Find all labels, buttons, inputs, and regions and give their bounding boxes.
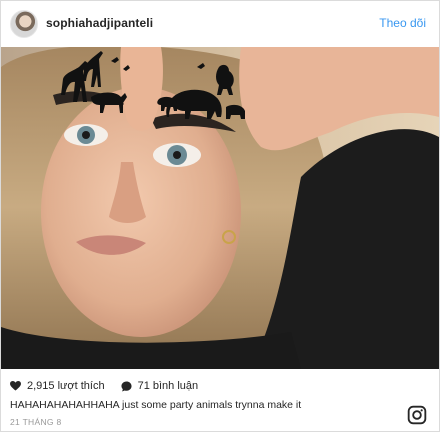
post-photo[interactable] — [1, 47, 439, 369]
likes-stat[interactable]: 2,915 lượt thích — [10, 380, 105, 392]
comments-count: 71 bình luận — [137, 380, 199, 392]
post-header: sophiahadjipanteli Theo dõi — [1, 1, 439, 47]
instagram-icon[interactable] — [407, 405, 427, 425]
post-caption: HAHAHAHAHAHHAHA just some party animals … — [10, 399, 302, 411]
username-link[interactable]: sophiahadjipanteli — [46, 16, 153, 30]
comments-stat[interactable]: 71 bình luận — [121, 380, 199, 392]
comment-icon — [121, 380, 132, 392]
selfie-image — [1, 47, 439, 369]
post-footer: 2,915 lượt thích 71 bình luận HAHAHAHAHA… — [1, 369, 439, 433]
follow-button[interactable]: Theo dõi — [379, 16, 426, 30]
likes-count: 2,915 lượt thích — [27, 380, 105, 392]
instagram-embed-card: sophiahadjipanteli Theo dõi 2,915 lượt t… — [0, 0, 440, 432]
heart-icon — [10, 381, 21, 391]
post-stats: 2,915 lượt thích 71 bình luận — [10, 380, 214, 392]
post-date: 21 THÁNG 8 — [10, 417, 62, 427]
avatar[interactable] — [10, 10, 38, 38]
